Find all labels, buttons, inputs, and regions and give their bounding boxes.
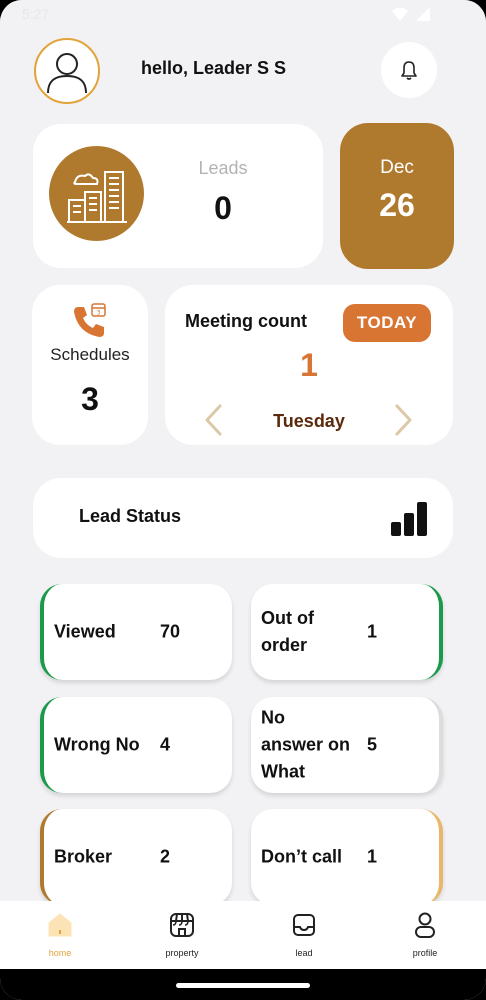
tile-value: 1: [367, 621, 378, 642]
home-indicator[interactable]: [176, 983, 310, 988]
tile-value: 70: [160, 621, 181, 642]
schedules-count: 3: [81, 381, 99, 417]
bottom-nav: home property lead profile: [0, 901, 486, 969]
nav-label-property: property: [165, 948, 199, 958]
date-day: 26: [379, 187, 415, 223]
app-screen: 5:27 hello, Leader S S Leads 0 Dec 26 3 …: [0, 0, 486, 1000]
leads-label: Leads: [198, 158, 248, 178]
status-tile-wrong-no[interactable]: Wrong No 4: [40, 697, 232, 793]
tile-label: Wrong No: [54, 734, 140, 755]
buildings-icon: [49, 146, 144, 241]
svg-text:3: 3: [97, 310, 101, 317]
header: hello, Leader S S: [0, 30, 486, 122]
nav-label-profile: profile: [412, 948, 438, 958]
meeting-card: Meeting count TODAY 1 Tuesday: [165, 285, 453, 445]
wifi-icon: [392, 7, 408, 21]
bell-icon: [401, 61, 417, 80]
status-tile-no-answer[interactable]: No answer on What 5: [251, 697, 443, 793]
tile-value: 5: [367, 734, 378, 755]
inbox-icon: [293, 914, 315, 936]
notifications-button[interactable]: [381, 42, 437, 98]
tile-value: 4: [160, 734, 171, 755]
tile-label: Don’t call: [261, 846, 343, 867]
today-button[interactable]: TODAY: [343, 304, 431, 342]
lead-status-title: Lead Status: [79, 506, 182, 526]
leads-card[interactable]: Leads 0: [33, 124, 323, 268]
schedules-card[interactable]: 3 Schedules 3: [32, 285, 148, 445]
status-icons: [392, 7, 430, 21]
tile-value: 2: [160, 846, 171, 867]
tile-label: Broker: [54, 846, 113, 867]
phone-calendar-icon: 3: [74, 303, 106, 337]
avatar[interactable]: [34, 38, 100, 104]
meeting-count: 1: [300, 347, 318, 383]
signal-icon: [416, 7, 430, 21]
date-card: Dec 26: [340, 123, 454, 269]
greeting-text: hello, Leader S S: [141, 58, 287, 78]
bar-chart-icon: [391, 502, 427, 536]
leads-count: 0: [214, 190, 232, 226]
date-month: Dec: [380, 157, 414, 178]
user-avatar-icon: [47, 53, 87, 94]
status-tile-broker[interactable]: Broker 2: [40, 809, 232, 905]
nav-label-home: home: [48, 948, 72, 958]
tile-label: No answer on What: [261, 707, 351, 782]
tile-label: Out of order: [261, 608, 314, 655]
meeting-title: Meeting count: [185, 311, 307, 331]
schedules-label: Schedules: [50, 345, 130, 364]
status-time: 5:27: [22, 6, 50, 22]
nav-label-lead: lead: [295, 948, 313, 958]
nav-item-profile[interactable]: profile: [385, 901, 465, 969]
nav-item-home[interactable]: home: [20, 901, 100, 969]
home-icon: [48, 913, 72, 937]
tile-label: Viewed: [54, 621, 116, 642]
storefront-icon: [170, 913, 194, 937]
lead-status-card[interactable]: Lead Status: [33, 478, 453, 558]
status-tile-dont-call[interactable]: Don’t call 1: [251, 809, 443, 905]
status-tile-viewed[interactable]: Viewed 70: [40, 584, 232, 680]
chevron-right-icon[interactable]: [391, 403, 415, 437]
nav-item-lead[interactable]: lead: [264, 901, 344, 969]
person-icon: [415, 912, 435, 938]
status-bar: 5:27: [0, 0, 486, 30]
nav-item-property[interactable]: property: [142, 901, 222, 969]
status-tile-out-of-order[interactable]: Out of order 1: [251, 584, 443, 680]
tile-value: 1: [367, 846, 378, 867]
